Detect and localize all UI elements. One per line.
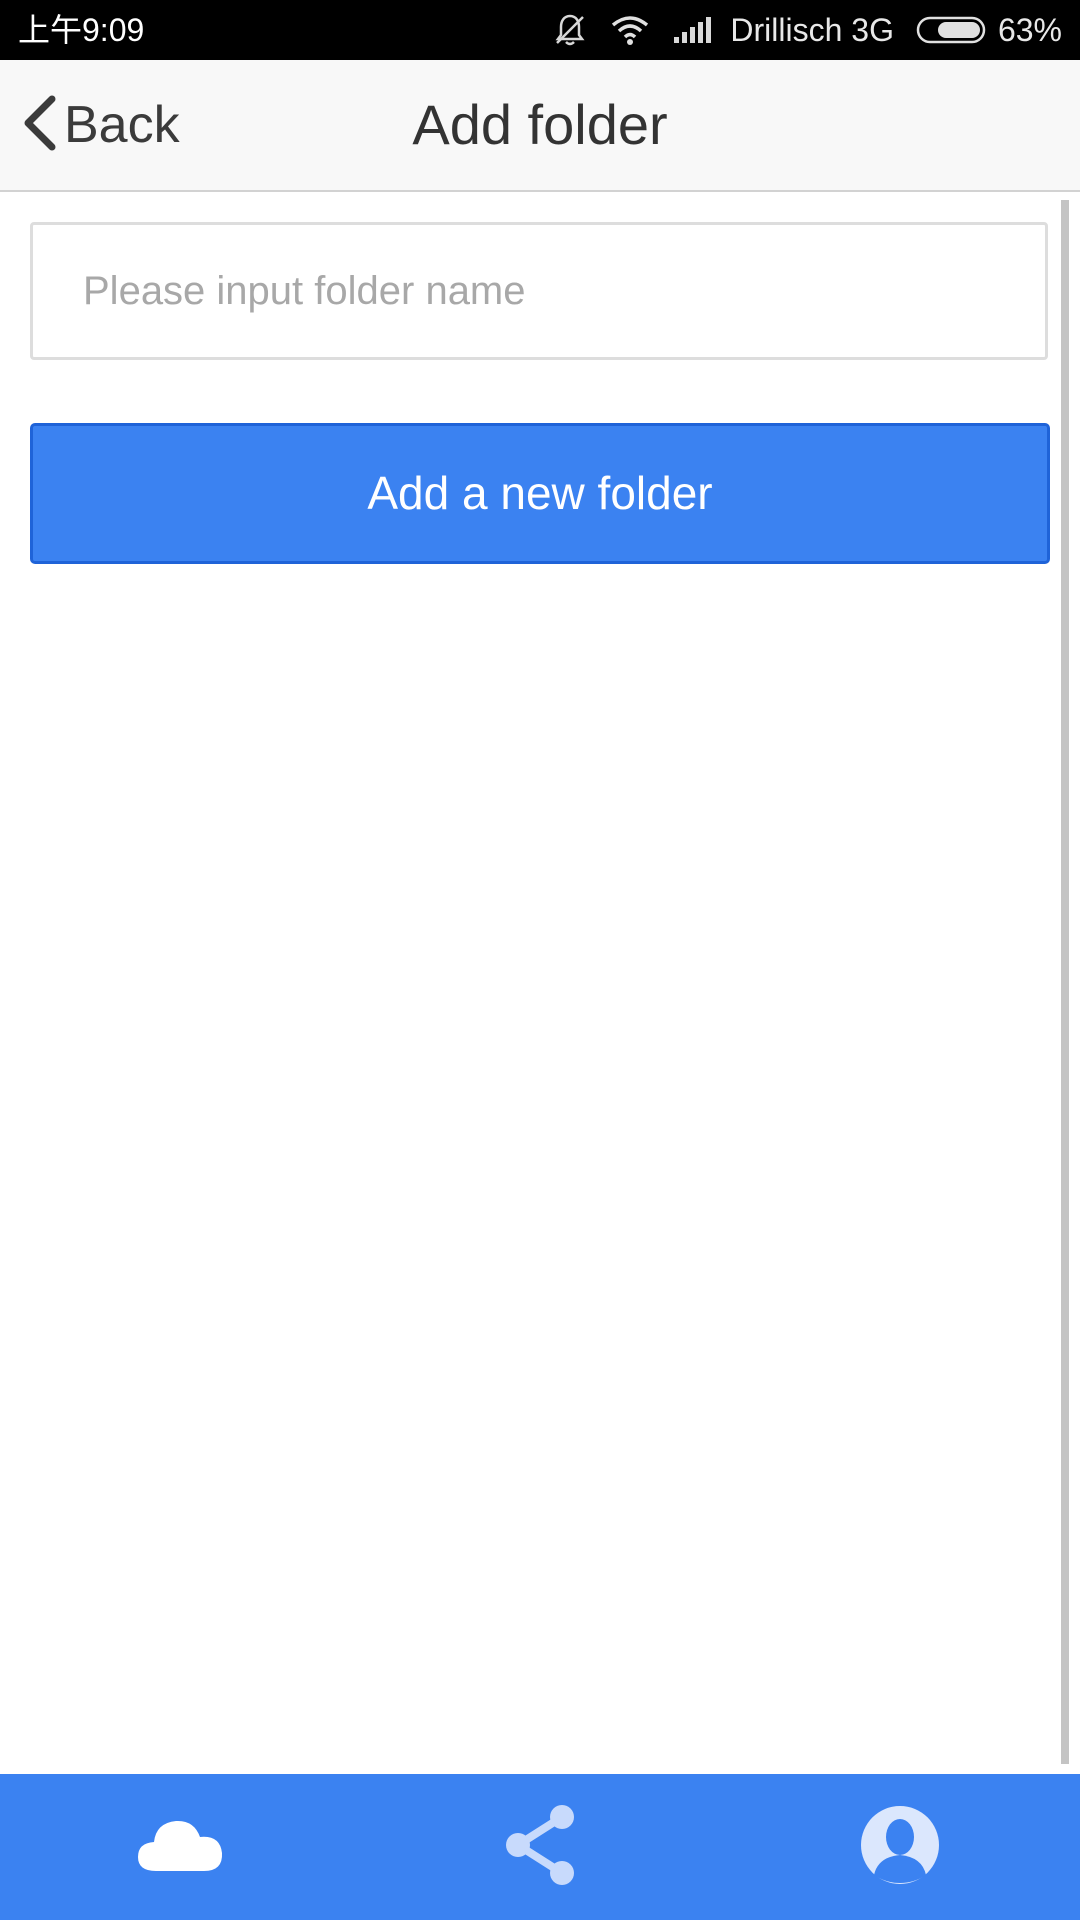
tab-profile[interactable] (720, 1774, 1080, 1920)
signal-icon (672, 15, 712, 45)
battery-icon (916, 15, 988, 45)
bell-muted-icon (552, 12, 588, 48)
cloud-icon (136, 1815, 224, 1880)
back-label: Back (64, 96, 180, 154)
wifi-icon (610, 14, 650, 46)
folder-name-input[interactable] (30, 222, 1048, 360)
bottom-tab-bar (0, 1774, 1080, 1920)
status-time: 上午9:09 (18, 12, 145, 48)
header-bar: Back Add folder (0, 60, 1080, 192)
status-icons: Drillisch 3G 63% (530, 0, 1062, 60)
add-folder-button[interactable]: Add a new folder (30, 423, 1050, 564)
status-bar: 上午9:09 Drillisch 3G 63% (0, 0, 1080, 60)
tab-cloud[interactable] (0, 1774, 360, 1920)
back-button[interactable]: Back (18, 90, 180, 160)
scrollbar[interactable] (1061, 200, 1069, 1764)
chevron-left-icon (18, 93, 58, 158)
tab-share[interactable] (360, 1774, 720, 1920)
carrier-label: Drillisch 3G (730, 11, 894, 48)
battery-percent: 63% (997, 11, 1062, 48)
share-icon (500, 1803, 580, 1892)
user-profile-icon (860, 1805, 940, 1890)
screen: 上午9:09 Drillisch 3G 63% Back Add folder … (0, 0, 1080, 1920)
